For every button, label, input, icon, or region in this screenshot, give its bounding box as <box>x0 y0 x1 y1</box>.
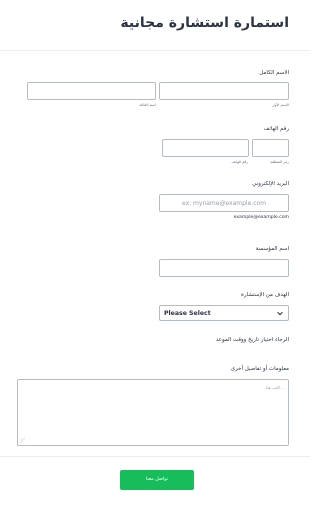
notes-placeholder: اكتب هنا... <box>266 385 284 390</box>
notes-textarea[interactable]: اكتب هنا... <box>17 379 289 446</box>
goal-label: الهدف من الإستشارة <box>240 292 289 298</box>
email-placeholder: ex: myname@example.com <box>181 200 267 207</box>
goal-select[interactable]: Please Select <box>159 305 289 321</box>
chevron-down-icon <box>277 311 283 316</box>
goal-select-value: Please Select <box>164 310 211 317</box>
area-code-sublabel: رمز المنطقة <box>270 160 289 164</box>
header-divider <box>0 50 310 51</box>
phone-label: رقم الهاتف <box>263 126 289 132</box>
resize-handle-icon[interactable] <box>20 438 25 443</box>
footer-divider <box>0 456 310 457</box>
notes-label: معلومات أو تفاصيل أخرى <box>230 366 289 372</box>
company-label: اسم المؤسسة <box>255 246 289 252</box>
company-input[interactable] <box>159 259 289 277</box>
phone-number-sublabel: رقم الهاتف <box>231 160 248 164</box>
email-label: البريد الإلكتروني <box>252 181 289 187</box>
last-name-input[interactable] <box>27 82 156 100</box>
phone-number-input[interactable] <box>162 139 249 157</box>
area-code-input[interactable] <box>252 139 289 157</box>
first-name-input[interactable] <box>159 82 289 100</box>
last-name-sublabel: اسم العائلة <box>139 103 156 107</box>
appointment-label: الرجاء اختيار تاريخ ووقت الموعد <box>215 337 289 343</box>
email-hint: example@example.com <box>233 215 289 220</box>
form-title: استمارة استشارة مجانية <box>120 15 289 31</box>
submit-button[interactable]: تواصل معنا <box>120 470 194 490</box>
full-name-label: الاسم الكامل <box>259 70 289 76</box>
first-name-sublabel: الإسم الأول <box>272 103 289 107</box>
email-input[interactable]: ex: myname@example.com <box>159 194 289 212</box>
